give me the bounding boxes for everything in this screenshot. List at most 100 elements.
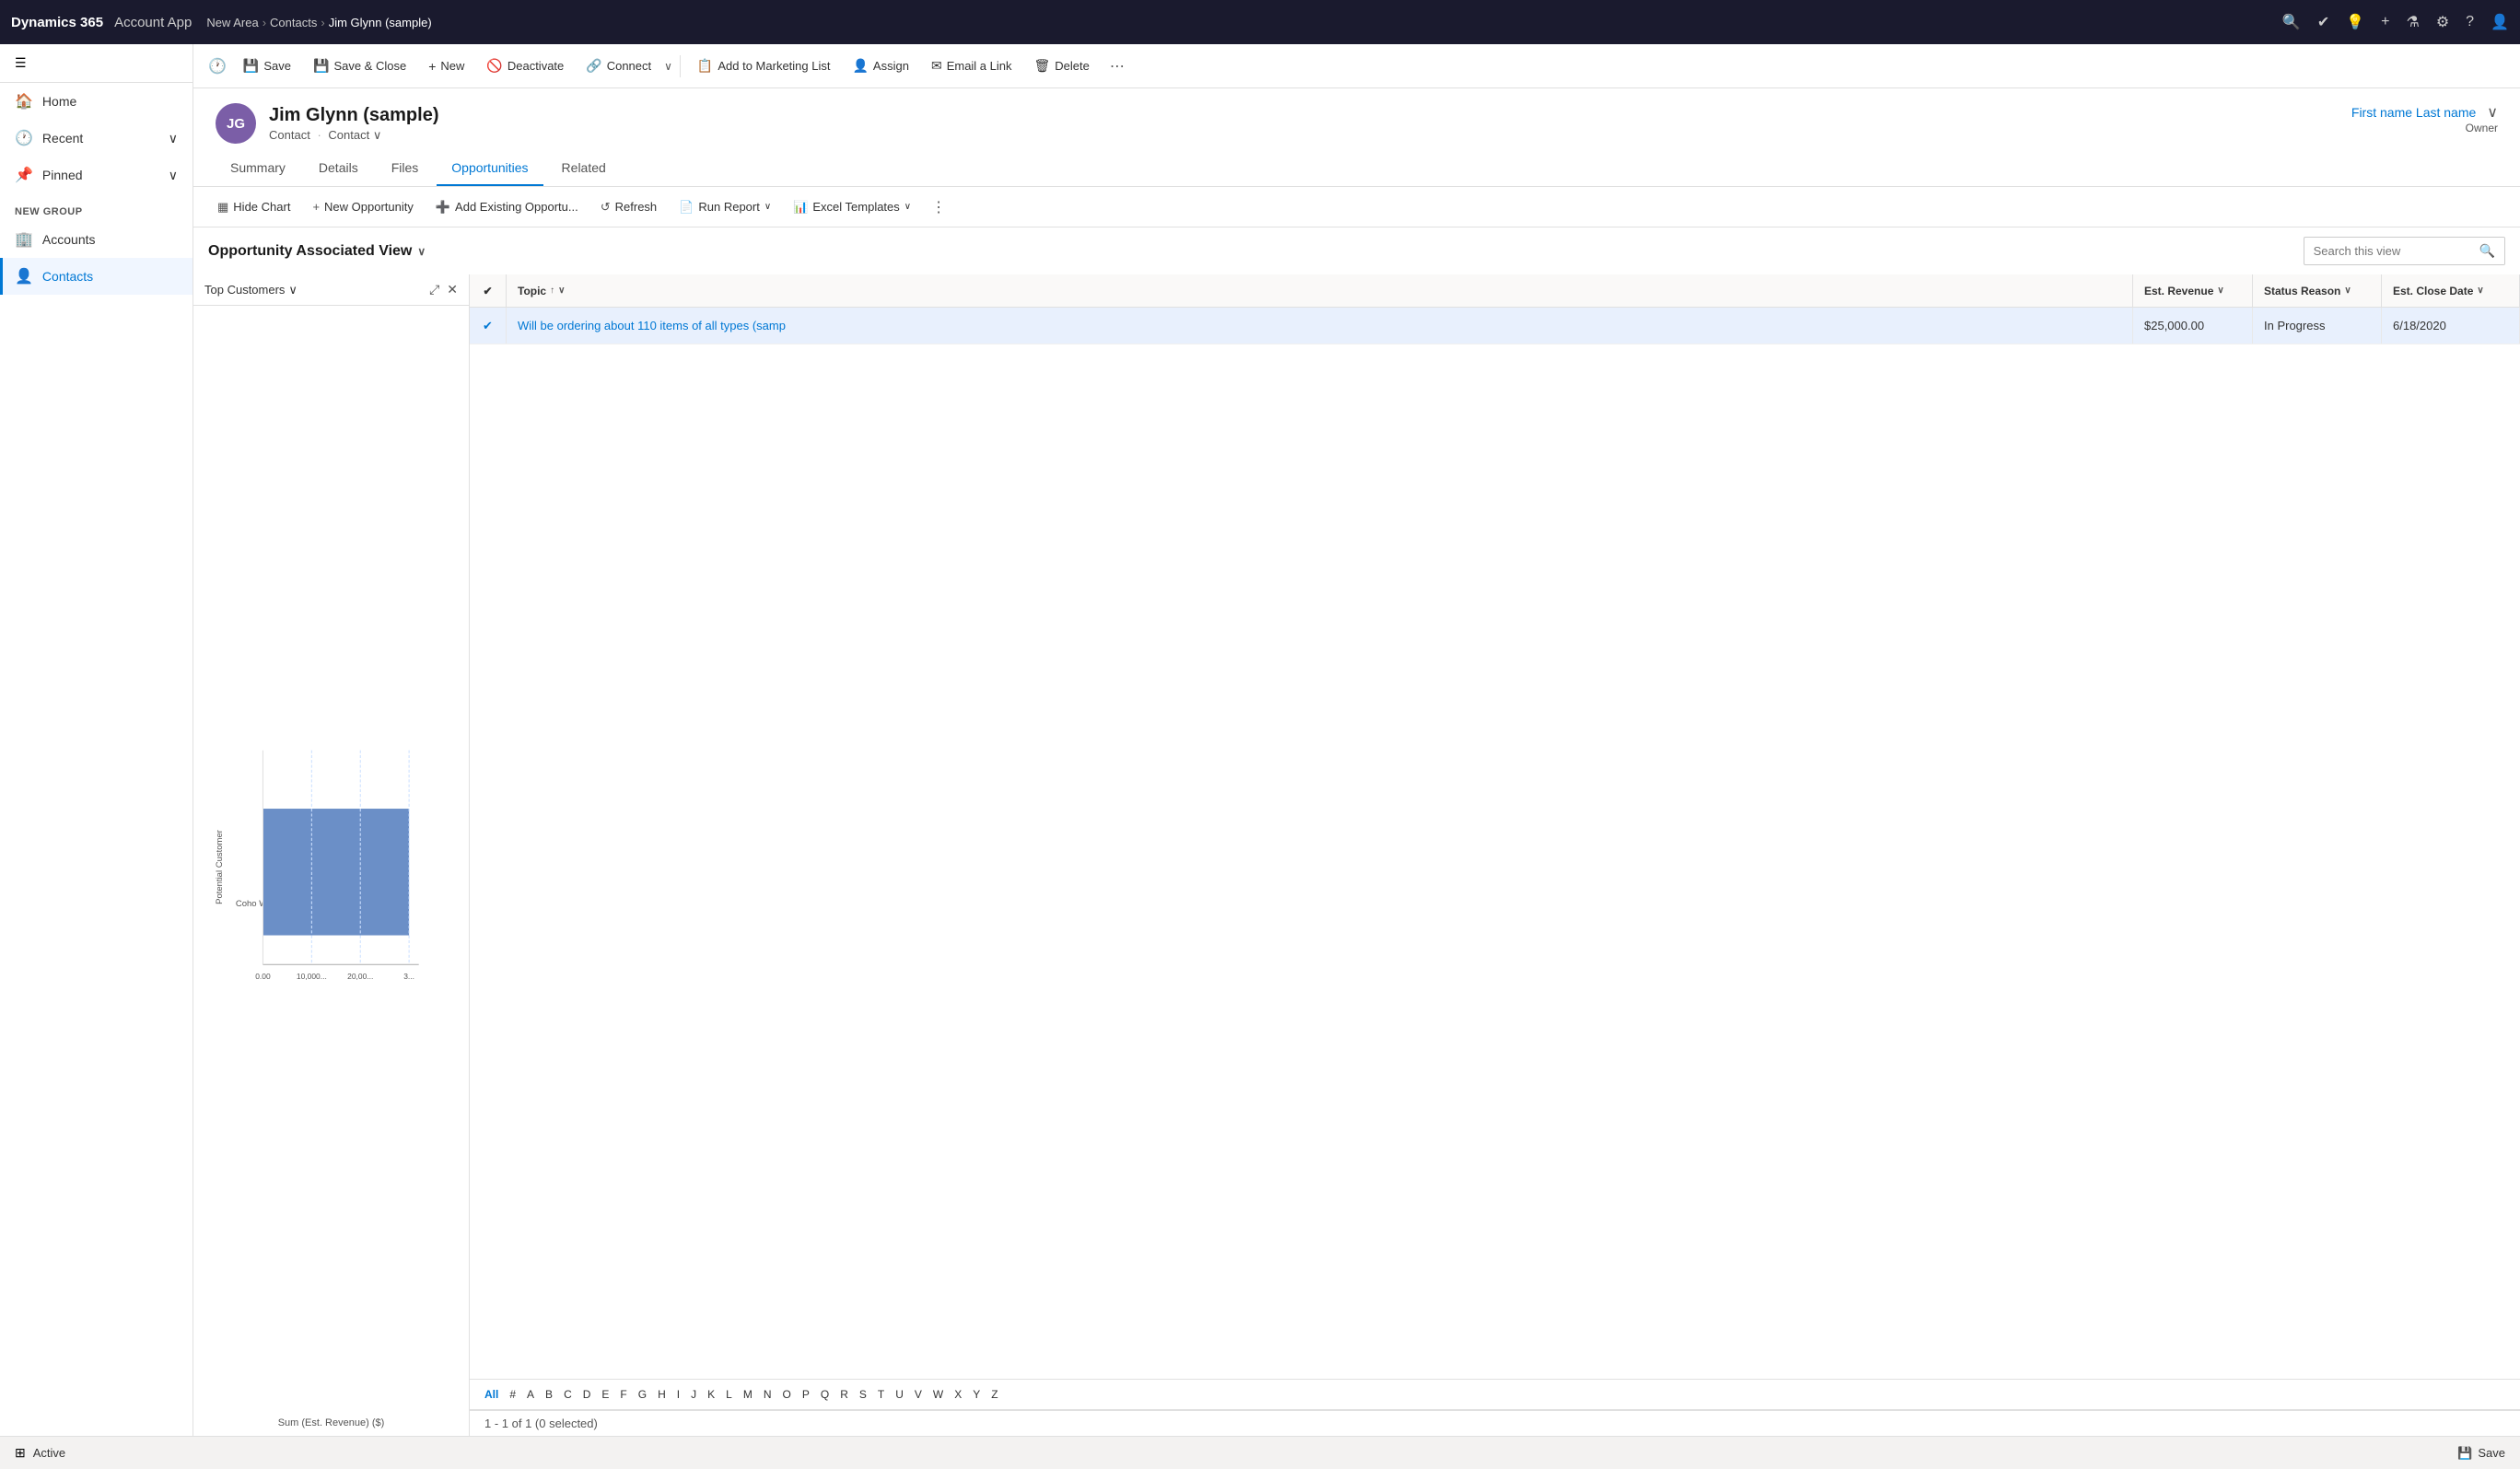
sidebar-item-home[interactable]: 🏠 Home [0,83,192,120]
row-topic-link[interactable]: Will be ordering about 110 items of all … [518,319,786,332]
chart-title[interactable]: Top Customers ∨ [204,283,298,297]
alpha-btn-i[interactable]: I [671,1385,685,1404]
chart-bar-0[interactable] [262,809,409,936]
alpha-btn-u[interactable]: U [890,1385,909,1404]
new-opportunity-button[interactable]: + New Opportunity [303,195,422,218]
record-type-link1[interactable]: Contact [269,128,310,142]
svg-text:20,00...: 20,00... [347,972,373,981]
alpha-btn-all[interactable]: All [479,1385,504,1404]
view-title[interactable]: Opportunity Associated View ∨ [208,243,426,260]
list-col-close-date[interactable]: Est. Close Date ∨ [2382,274,2520,307]
checklist-icon[interactable]: ✔ [2317,13,2329,31]
alpha-btn-k[interactable]: K [702,1385,720,1404]
connect-dropdown-arrow[interactable]: ∨ [664,60,672,73]
row-check[interactable]: ✔ [470,308,507,344]
alpha-btn-r[interactable]: R [834,1385,854,1404]
tab-summary[interactable]: Summary [216,151,300,186]
bottom-save-icon: 💾 [2457,1446,2472,1461]
more-commands-button[interactable]: ⋯ [1102,52,1132,81]
alpha-btn-z[interactable]: Z [986,1385,1003,1404]
owner-toggle-icon[interactable]: ∨ [2487,103,2498,122]
alpha-btn-m[interactable]: M [738,1385,758,1404]
new-button[interactable]: + New [419,53,473,79]
alpha-btn-l[interactable]: L [720,1385,738,1404]
alpha-btn-c[interactable]: C [558,1385,578,1404]
marketing-list-button[interactable]: 📋 Add to Marketing List [688,52,840,79]
filter-icon[interactable]: ⚗ [2406,13,2419,31]
alpha-btn-h[interactable]: H [652,1385,671,1404]
chart-expand-icon[interactable]: ⤢ [429,282,439,297]
alpha-btn-a[interactable]: A [521,1385,540,1404]
add-existing-button[interactable]: ➕ Add Existing Opportu... [426,195,588,219]
sidebar-item-accounts[interactable]: 🏢 Accounts [0,221,192,258]
tab-related[interactable]: Related [547,151,621,186]
help-icon[interactable]: ? [2466,14,2474,30]
add-existing-label: Add Existing Opportu... [455,200,578,214]
list-col-topic[interactable]: Topic ↑ ∨ [507,274,2133,307]
record-type-dropdown[interactable]: ∨ [373,128,382,142]
table-row[interactable]: ✔ Will be ordering about 110 items of al… [470,308,2520,344]
add-icon[interactable]: + [2381,14,2389,30]
alpha-btn-f[interactable]: F [614,1385,632,1404]
list-col-revenue[interactable]: Est. Revenue ∨ [2133,274,2253,307]
alpha-btn-n[interactable]: N [758,1385,777,1404]
chart-close-icon[interactable]: ✕ [447,282,458,297]
deactivate-button[interactable]: 🚫 Deactivate [477,52,573,79]
alpha-btn-t[interactable]: T [872,1385,890,1404]
add-existing-icon: ➕ [436,200,450,215]
alpha-btn-hash[interactable]: # [504,1385,521,1404]
refresh-button[interactable]: ↺ Refresh [591,195,666,219]
save-close-button[interactable]: 💾 Save & Close [304,52,415,79]
search-view-input[interactable] [2304,239,2470,263]
save-button[interactable]: 💾 Save [234,52,300,79]
sidebar-item-contacts[interactable]: 👤 Contacts [0,258,192,295]
connect-label: Connect [607,59,651,73]
alpha-btn-v[interactable]: V [909,1385,928,1404]
alpha-btn-w[interactable]: W [928,1385,949,1404]
sidebar-item-recent[interactable]: 🕐 Recent ∨ [0,120,192,157]
run-report-button[interactable]: 📄 Run Report ∨ [670,195,780,219]
tab-details[interactable]: Details [304,151,373,186]
alpha-btn-x[interactable]: X [949,1385,967,1404]
settings-icon[interactable]: ⚙ [2436,13,2449,31]
tab-opportunities[interactable]: Opportunities [437,151,542,186]
record-type-link2[interactable]: Contact [328,128,369,142]
hide-chart-icon: ▦ [217,200,228,215]
lightbulb-icon[interactable]: 💡 [2346,13,2364,31]
sub-cmd-more-button[interactable]: ⋮ [924,193,953,221]
alpha-btn-j[interactable]: J [685,1385,702,1404]
alpha-btn-g[interactable]: G [633,1385,652,1404]
connect-button[interactable]: 🔗 Connect [577,52,660,79]
breadcrumb-item-2[interactable]: Contacts [270,16,317,29]
alpha-btn-y[interactable]: Y [967,1385,986,1404]
bottom-save-button[interactable]: 💾 Save [2457,1446,2505,1461]
alpha-btn-b[interactable]: B [540,1385,558,1404]
email-link-button[interactable]: ✉ Email a Link [922,52,1021,79]
alpha-btn-p[interactable]: P [797,1385,815,1404]
alpha-btn-s[interactable]: S [854,1385,872,1404]
list-col-check[interactable]: ✔ [470,274,507,307]
excel-templates-button[interactable]: 📊 Excel Templates ∨ [784,195,920,219]
alpha-btn-d[interactable]: D [578,1385,597,1404]
delete-button[interactable]: 🗑 Delete [1025,52,1099,79]
chart-svg: Potential Customer Coho Winery... [204,321,458,1414]
search-icon[interactable]: 🔍 [2282,13,2301,31]
hide-chart-button[interactable]: ▦ Hide Chart [208,195,299,219]
recent-icon: 🕐 [15,129,33,147]
history-icon[interactable]: 🕐 [208,57,227,76]
breadcrumb-item-1[interactable]: New Area [206,16,258,29]
topic-sort-icon: ↑ [550,286,554,296]
list-col-status[interactable]: Status Reason ∨ [2253,274,2382,307]
sidebar-toggle[interactable]: ☰ [0,44,192,83]
alpha-btn-e[interactable]: E [596,1385,614,1404]
alpha-btn-q[interactable]: Q [815,1385,834,1404]
assign-button[interactable]: 👤 Assign [843,52,917,79]
sidebar-item-label-home: Home [42,94,76,109]
sidebar-item-pinned[interactable]: 📌 Pinned ∨ [0,157,192,193]
owner-name[interactable]: First name Last name [2351,105,2476,120]
user-icon[interactable]: 👤 [2491,13,2509,31]
alpha-btn-o[interactable]: O [777,1385,797,1404]
tab-files[interactable]: Files [377,151,434,186]
row-revenue: $25,000.00 [2133,308,2253,344]
search-view-icon[interactable]: 🔍 [2470,238,2504,264]
